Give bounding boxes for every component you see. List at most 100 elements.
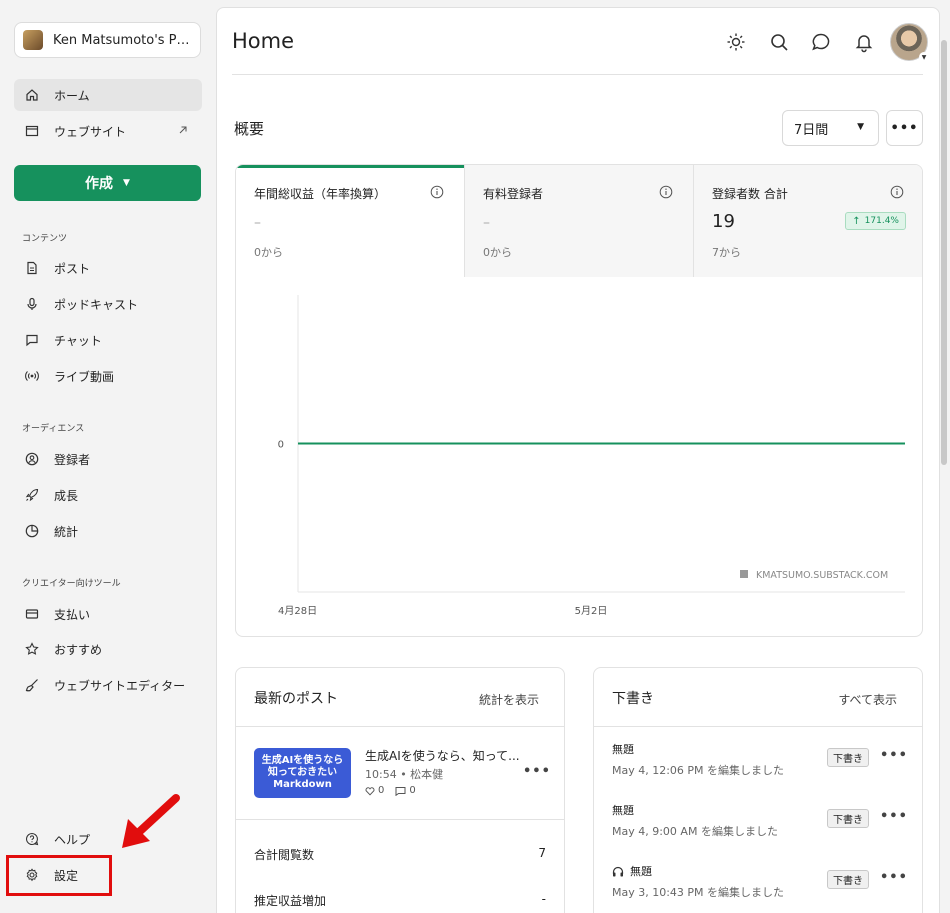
post-title[interactable]: 生成AIを使うなら、知って... <box>365 747 520 764</box>
sidebar-item-label: ウェブサイトエディター <box>54 678 186 693</box>
sidebar-item-website[interactable]: ウェブサイト <box>14 115 202 147</box>
sidebar-item-label: 支払い <box>54 607 91 622</box>
view-all-link[interactable]: すべて表示 <box>838 691 897 708</box>
sidebar-item-payments[interactable]: 支払い <box>14 598 202 630</box>
kpi-selected-bar <box>236 165 464 168</box>
draft-item[interactable]: 無題 May 4, 9:00 AM を編集しました 下書き ••• <box>612 802 907 842</box>
info-icon[interactable] <box>659 185 673 199</box>
sidebar-item-subscribers[interactable]: 登録者 <box>14 443 202 475</box>
external-link-icon <box>179 126 187 134</box>
sidebar-item-label: 成長 <box>54 488 79 503</box>
kpi-paid-subscribers[interactable]: 有料登録者 – 0から <box>465 165 694 277</box>
sidebar-item-website-editor[interactable]: ウェブサイトエディター <box>14 669 202 701</box>
sidebar-item-label: ヘルプ <box>54 832 91 847</box>
post-meta: 10:54 • 松本健 <box>365 768 444 781</box>
kpi-sub: 0から <box>254 246 283 259</box>
help-icon <box>26 832 39 846</box>
section-title-content: コンテンツ <box>22 234 68 244</box>
drafts-card: 下書き すべて表示 無題 May 4, 12:06 PM を編集しました 下書き… <box>593 667 923 913</box>
payment-icon <box>25 609 39 619</box>
search-icon[interactable] <box>768 31 790 53</box>
home-icon <box>26 89 38 101</box>
chart-watermark: KMATSUMO.SUBSTACK.COM <box>756 570 888 581</box>
publication-icon <box>740 570 748 578</box>
sidebar: Ken Matsumoto's POST ホーム ウェブサイト 作成 ▼ コンテ… <box>0 0 216 913</box>
website-icon <box>25 125 39 137</box>
sidebar-item-label: おすすめ <box>54 642 103 657</box>
rocket-icon <box>25 488 39 502</box>
draft-badge: 下書き <box>827 809 869 828</box>
sidebar-item-chat[interactable]: チャット <box>14 324 202 356</box>
stat-value: - <box>541 892 546 906</box>
sun-icon[interactable] <box>725 31 747 53</box>
subscriber-icon <box>25 452 39 466</box>
sidebar-item-label: ライブ動画 <box>54 369 115 384</box>
draft-badge: 下書き <box>827 748 869 767</box>
chevron-down-icon: ▼ <box>919 52 929 62</box>
post-more-button[interactable]: ••• <box>523 764 551 779</box>
sidebar-item-live[interactable]: ライブ動画 <box>14 360 202 392</box>
sidebar-item-post[interactable]: ポスト <box>14 252 202 284</box>
draft-item[interactable]: 無題 May 3, 10:43 PM を編集しました 下書き ••• <box>612 863 907 903</box>
sidebar-item-label: チャット <box>54 333 102 348</box>
stat-value: 7 <box>538 846 546 860</box>
post-thumbnail[interactable]: 生成AIを使うなら 知っておきたい Markdown <box>254 748 351 798</box>
growth-badge: ↑ 171.4% <box>845 212 906 230</box>
sidebar-item-recommendations[interactable]: おすすめ <box>14 633 202 665</box>
overview-more-button[interactable]: ••• <box>886 110 923 146</box>
thumb-line: 生成AIを使うなら <box>261 755 344 766</box>
arrow-up-icon: ↑ <box>852 215 861 227</box>
live-icon <box>25 371 39 381</box>
like-count: 0 <box>378 785 385 796</box>
sidebar-item-label: 統計 <box>54 524 79 539</box>
sidebar-item-label: ポスト <box>54 261 91 276</box>
draft-more-button[interactable]: ••• <box>880 748 908 763</box>
post-reactions: 0 0 <box>365 785 416 796</box>
stat-label: 合計閲覧数 <box>254 848 315 862</box>
page-title: Home <box>232 29 295 53</box>
kpi-label: 年間総収益（年率換算） <box>254 187 387 201</box>
drafts-title: 下書き <box>612 691 654 707</box>
create-button-label: 作成 <box>85 176 114 192</box>
sidebar-item-label: ウェブサイト <box>54 124 127 139</box>
create-button[interactable]: 作成 ▼ <box>14 165 201 201</box>
sidebar-item-podcast[interactable]: ポッドキャスト <box>14 288 202 320</box>
period-select[interactable]: 7日間 ▼ <box>782 110 879 146</box>
draft-badge: 下書き <box>827 870 869 889</box>
y-tick-label: 0 <box>278 440 284 451</box>
period-value: 7日間 <box>794 122 829 138</box>
draft-title: 無題 <box>612 804 634 817</box>
sidebar-item-growth[interactable]: 成長 <box>14 479 202 511</box>
publication-logo <box>23 30 43 50</box>
kpi-label: 有料登録者 <box>483 187 544 201</box>
main-panel: Home ▼ 概要 7日間 ▼ ••• 年間総収益（年率換算） – 0から 有料… <box>216 7 940 913</box>
growth-badge-value: 171.4% <box>864 216 899 226</box>
kpi-total-subscribers[interactable]: 登録者数 合計 19 ↑ 171.4% 7から <box>694 165 922 277</box>
kpi-annual-revenue[interactable]: 年間総収益（年率換算） – 0から <box>236 165 465 277</box>
publication-name: Ken Matsumoto's POST <box>53 32 199 48</box>
annotation-arrow <box>122 794 180 848</box>
caret-down-icon: ▼ <box>857 122 864 132</box>
draft-date: May 4, 9:00 AM を編集しました <box>612 825 778 838</box>
draft-date: May 3, 10:43 PM を編集しました <box>612 886 785 899</box>
draft-title: 無題 <box>630 865 652 878</box>
section-title-audience: オーディエンス <box>22 424 85 434</box>
bell-icon[interactable] <box>853 31 875 53</box>
stat-label: 推定収益増加 <box>254 894 327 908</box>
divider <box>236 726 564 727</box>
publication-switcher[interactable]: Ken Matsumoto's POST <box>14 22 201 58</box>
sidebar-item-home[interactable]: ホーム <box>14 79 202 111</box>
info-icon[interactable] <box>430 185 444 199</box>
chat-bubble-icon[interactable] <box>810 31 832 53</box>
draft-more-button[interactable]: ••• <box>880 870 908 885</box>
stat-row-views: 合計閲覧数 7 <box>254 846 546 863</box>
draft-more-button[interactable]: ••• <box>880 809 908 824</box>
view-stats-link[interactable]: 統計を表示 <box>479 691 539 708</box>
draft-item[interactable]: 無題 May 4, 12:06 PM を編集しました 下書き ••• <box>612 741 907 781</box>
x-tick-label: 5月2日 <box>575 605 608 617</box>
latest-post-card: 最新のポスト 統計を表示 生成AIを使うなら 知っておきたい Markdown … <box>235 667 565 913</box>
scrollbar[interactable] <box>941 40 947 465</box>
latest-post-title: 最新のポスト <box>254 691 338 707</box>
sidebar-item-stats[interactable]: 統計 <box>14 515 202 547</box>
info-icon[interactable] <box>890 185 904 199</box>
